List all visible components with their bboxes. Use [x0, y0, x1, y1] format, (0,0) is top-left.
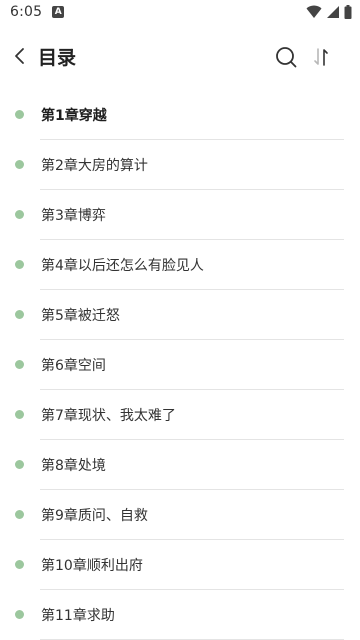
chevron-left-icon: [15, 48, 24, 64]
status-indicators: [306, 5, 352, 19]
chapter-status-dot: [15, 160, 24, 169]
chapter-status-dot: [15, 410, 24, 419]
chapter-title: 第1章穿越: [41, 108, 107, 124]
chapter-status-dot: [15, 560, 24, 569]
chapter-title: 第6章空间: [41, 358, 106, 374]
chapter-title: 第3章博弈: [41, 208, 106, 224]
chapter-status-dot: [15, 310, 24, 319]
chapter-list-item[interactable]: 第5章被迁怒: [0, 290, 360, 340]
chapter-title: 第10章顺利出府: [41, 558, 143, 574]
chapter-title: 第8章处境: [41, 458, 106, 474]
top-app-bar: 目录: [0, 24, 360, 88]
chapter-title: 第11章求助: [41, 608, 115, 624]
page-title: 目录: [38, 47, 77, 69]
sort-order-button[interactable]: [310, 45, 334, 69]
chapter-status-dot: [15, 510, 24, 519]
chapter-list-item[interactable]: 第8章处境: [0, 440, 360, 490]
chapter-title: 第5章被迁怒: [41, 308, 120, 324]
status-bar: 6:05 A: [0, 0, 360, 24]
chapter-list-item[interactable]: 第2章大房的算计: [0, 140, 360, 190]
chapter-title: 第2章大房的算计: [41, 158, 148, 174]
chapter-status-dot: [15, 260, 24, 269]
chapter-status-dot: [15, 360, 24, 369]
chapter-list-item[interactable]: 第10章顺利出府: [0, 540, 360, 590]
chapter-status-dot: [15, 210, 24, 219]
chapter-list-item[interactable]: 第7章现状、我太难了: [0, 390, 360, 440]
chapter-list-item[interactable]: 第11章求助: [0, 590, 360, 640]
chapter-list-item[interactable]: 第3章博弈: [0, 190, 360, 240]
chapter-catalog-screen: 6:05 A 目录 第1章穿越 第2章大房的算计 第3章博弈 第4章以后还怎么有…: [0, 0, 360, 640]
chapter-list-item[interactable]: 第6章空间: [0, 340, 360, 390]
chapter-list-item[interactable]: 第4章以后还怎么有脸见人: [0, 240, 360, 290]
wifi-icon: [306, 5, 322, 18]
chapter-list: 第1章穿越第2章大房的算计 第3章博弈第4章以后还怎么有脸见人 第5章被迁怒 第6章空…: [0, 90, 360, 640]
chapter-title: 第4章以后还怎么有脸见人: [41, 258, 204, 274]
chapter-list-item[interactable]: 第1章穿越: [0, 90, 360, 140]
chapter-title: 第9章质问、自救: [41, 508, 148, 524]
notification-a-icon: A: [52, 6, 65, 18]
status-time: 6:05: [10, 4, 43, 20]
sort-icon: [314, 48, 328, 66]
chapter-title: 第7章现状、我太难了: [41, 408, 176, 424]
back-button[interactable]: [10, 46, 30, 66]
chapter-status-dot: [15, 610, 24, 619]
chapter-status-dot: [15, 460, 24, 469]
search-button[interactable]: [274, 45, 298, 69]
cell-signal-icon: [327, 6, 339, 18]
battery-icon: [344, 5, 352, 19]
chapter-list-item[interactable]: 第9章质问、自救: [0, 490, 360, 540]
search-icon: [276, 47, 297, 68]
chapter-status-dot: [15, 110, 24, 119]
